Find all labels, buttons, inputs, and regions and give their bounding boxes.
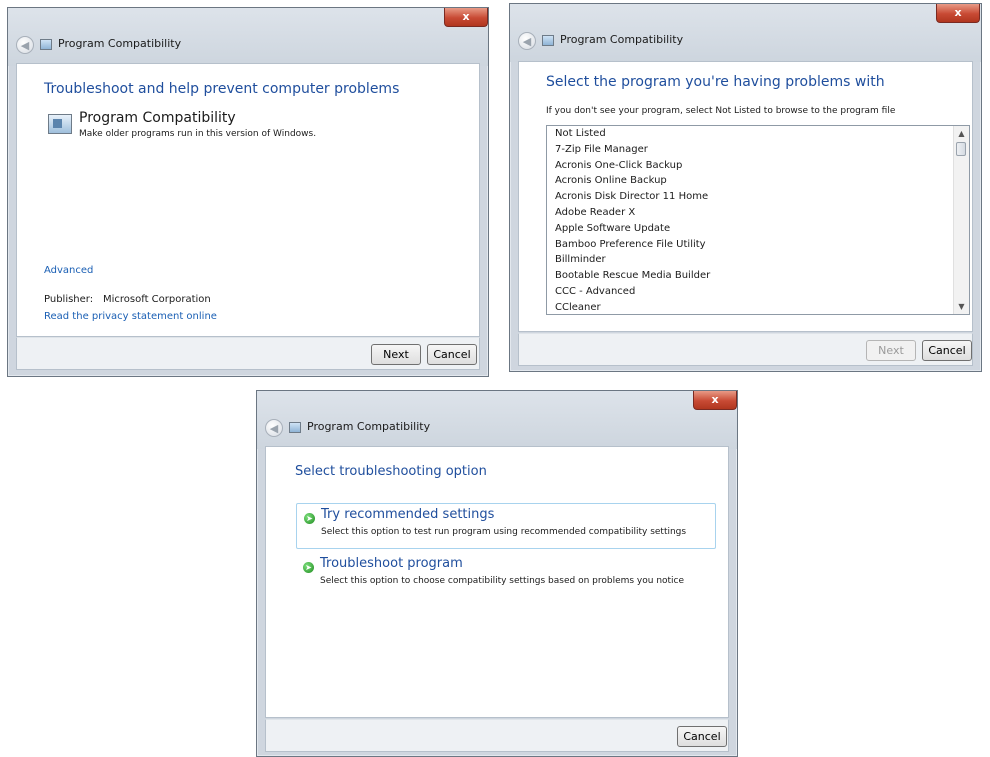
page-heading: Troubleshoot and help prevent computer p… (44, 81, 400, 97)
content-pane: Troubleshoot and help prevent computer p… (16, 63, 480, 337)
app-icon (40, 39, 52, 50)
green-arrow-icon: ➤ (304, 513, 315, 524)
close-button[interactable]: x (693, 391, 737, 410)
publisher-label: Publisher: (44, 294, 94, 305)
option-description: Select this option to test run program u… (321, 527, 687, 537)
program-list-item[interactable]: Bamboo Preference File Utility (547, 237, 969, 253)
program-list-items: Not Listed 7-Zip File Manager Acronis One-… (547, 126, 969, 314)
program-compatibility-icon (48, 114, 72, 134)
window-title: Program Compatibility (307, 420, 431, 433)
next-button[interactable]: Next (866, 340, 916, 361)
scroll-thumb[interactable] (956, 142, 966, 156)
program-list-item[interactable]: Acronis Disk Director 11 Home (547, 189, 969, 205)
troubleshooter-title[interactable]: Program Compatibility (79, 110, 236, 126)
option-try-recommended[interactable]: ➤ Try recommended settings Select this o… (296, 503, 716, 549)
cancel-button[interactable]: Cancel (922, 340, 972, 361)
window-title: Program Compatibility (58, 37, 182, 50)
publisher-value: Microsoft Corporation (103, 294, 211, 305)
green-arrow-icon: ➤ (303, 562, 314, 573)
advanced-link[interactable]: Advanced (44, 265, 93, 276)
content-pane: Select the program you're having problem… (518, 61, 973, 332)
dialog-troubleshooting-option: x ◀ Program Compatibility Select trouble… (256, 390, 738, 757)
program-list-item[interactable]: Apple Software Update (547, 221, 969, 237)
dialog-footer: Next Cancel (518, 333, 973, 366)
list-scrollbar[interactable]: ▲ ▼ (953, 126, 969, 314)
page-heading: Select the program you're having problem… (546, 74, 885, 90)
option-title: Try recommended settings (321, 507, 495, 522)
program-list-item[interactable]: Adobe Reader X (547, 205, 969, 221)
close-button[interactable]: x (444, 8, 488, 27)
option-description: Select this option to choose compatibili… (320, 576, 685, 586)
program-list-item[interactable]: Acronis Online Backup (547, 173, 969, 189)
program-list[interactable]: Not Listed 7-Zip File Manager Acronis One-… (546, 125, 970, 315)
option-title: Troubleshoot program (320, 556, 463, 571)
scroll-down-icon[interactable]: ▼ (954, 299, 969, 314)
back-button[interactable]: ◀ (265, 419, 283, 437)
program-list-item[interactable]: Acronis One-Click Backup (547, 158, 969, 174)
window-title: Program Compatibility (560, 33, 684, 46)
scroll-up-icon[interactable]: ▲ (954, 126, 969, 141)
app-icon (289, 422, 301, 433)
dialog-welcome: x ◀ Program Compatibility Troubleshoot a… (7, 7, 489, 377)
program-list-item[interactable]: CCleaner (547, 300, 969, 314)
cancel-button[interactable]: Cancel (427, 344, 477, 365)
close-button[interactable]: x (936, 4, 980, 23)
program-list-item[interactable]: Bootable Rescue Media Builder (547, 268, 969, 284)
dialog-select-program: x ◀ Program Compatibility Select the pro… (509, 3, 982, 372)
program-list-item[interactable]: CCC - Advanced (547, 284, 969, 300)
program-list-item[interactable]: Billminder (547, 252, 969, 268)
dialog-footer: Cancel (265, 719, 729, 752)
next-button[interactable]: Next (371, 344, 421, 365)
page-heading: Select troubleshooting option (295, 464, 487, 479)
program-list-item[interactable]: 7-Zip File Manager (547, 142, 969, 158)
instruction-text: If you don't see your program, select No… (546, 106, 896, 116)
back-button[interactable]: ◀ (16, 36, 34, 54)
troubleshooter-description: Make older programs run in this version … (79, 129, 317, 139)
cancel-button[interactable]: Cancel (677, 726, 727, 747)
dialog-footer: Next Cancel (16, 337, 480, 370)
option-troubleshoot-program[interactable]: ➤ Troubleshoot program Select this optio… (296, 553, 716, 599)
app-icon (542, 35, 554, 46)
privacy-statement-link[interactable]: Read the privacy statement online (44, 311, 217, 322)
back-button[interactable]: ◀ (518, 32, 536, 50)
content-pane: Select troubleshooting option ➤ Try reco… (265, 446, 729, 718)
program-list-item[interactable]: Not Listed (547, 126, 969, 142)
